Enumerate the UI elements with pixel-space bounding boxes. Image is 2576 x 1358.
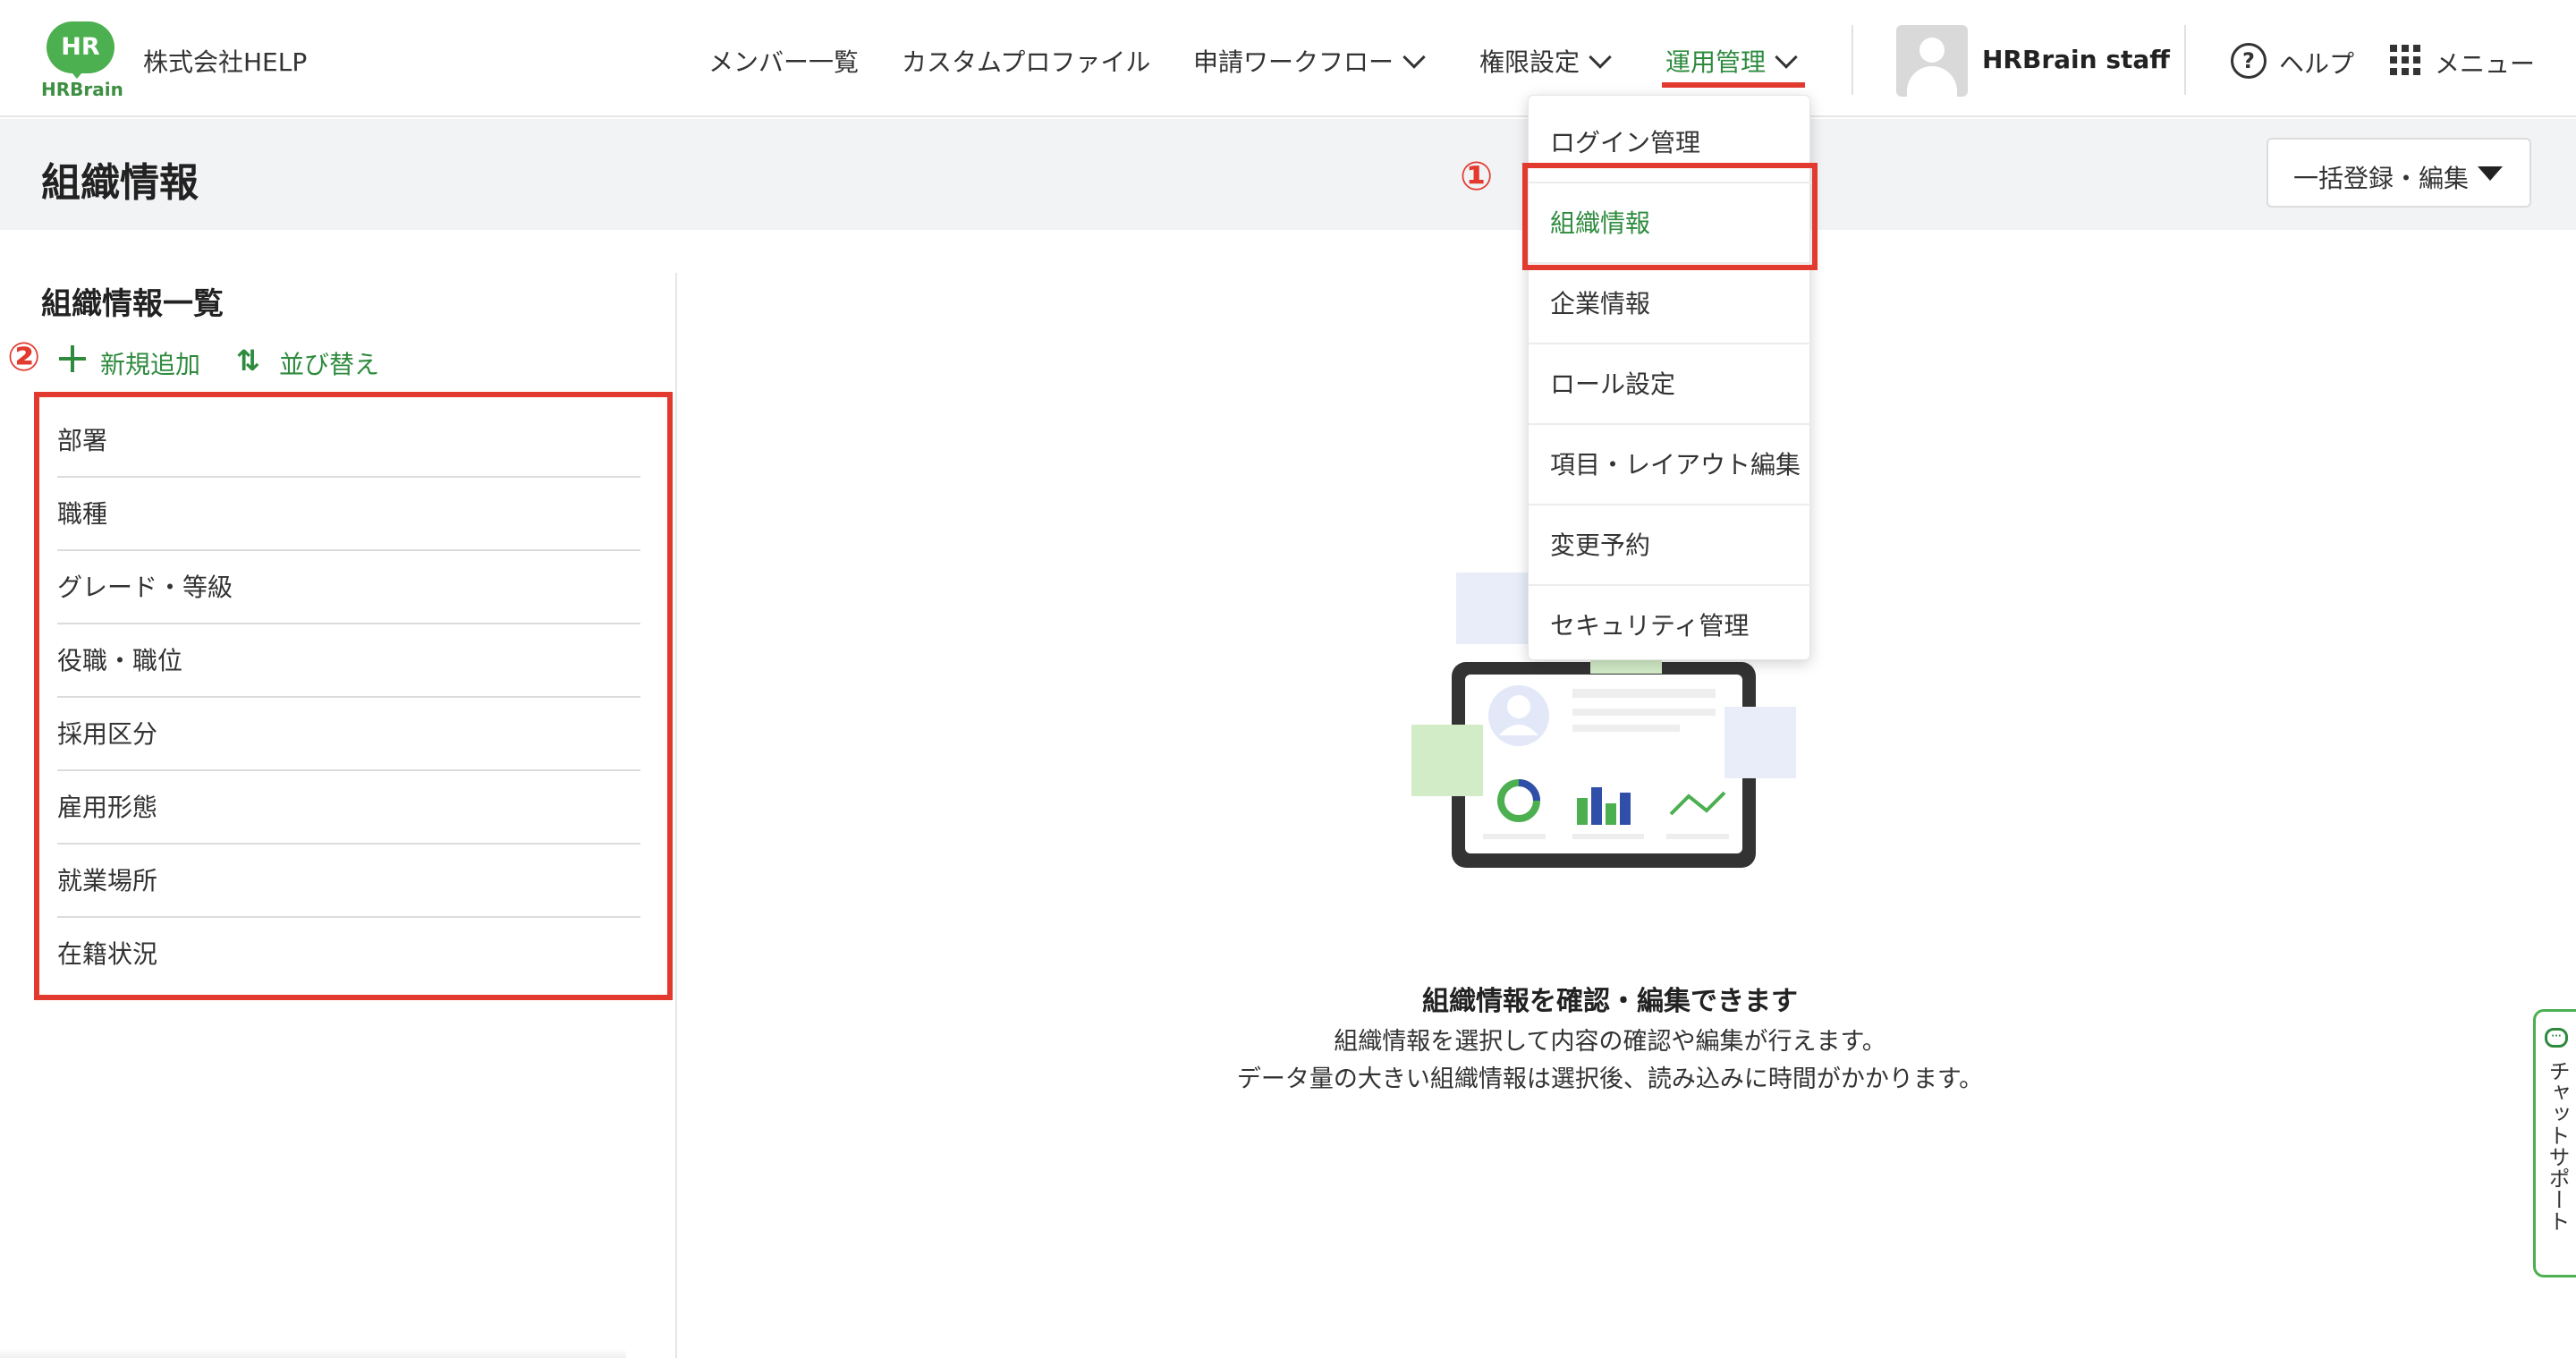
annotation-number-2: ② xyxy=(7,335,41,380)
hrbrain-logo[interactable]: HR HRBrain xyxy=(41,21,123,100)
illus-bar xyxy=(1606,803,1616,825)
annotation-box-org-list xyxy=(34,392,673,1000)
chat-bubble-icon: ··· xyxy=(2545,1028,2568,1048)
caret-down-icon xyxy=(2478,166,2503,181)
company-name: 株式会社HELP xyxy=(143,47,308,77)
illus-tile-green xyxy=(1411,725,1483,796)
avatar-body xyxy=(1907,66,1957,97)
nav-permissions[interactable]: 権限設定 xyxy=(1479,43,1612,79)
menu-item-company-info[interactable]: 企業情報 xyxy=(1529,264,1811,344)
nav-request-workflow-label: 申請ワークフロー xyxy=(1193,47,1394,77)
title-band xyxy=(0,119,2576,230)
illus-line xyxy=(1572,725,1680,732)
menu-item-role-settings[interactable]: ロール設定 xyxy=(1529,344,1811,425)
help-icon[interactable]: ? xyxy=(2231,43,2267,79)
annotation-number-1: ① xyxy=(1460,154,1494,199)
nav-custom-profile[interactable]: カスタムプロファイル xyxy=(902,43,1150,79)
illus-tile-blue xyxy=(1456,573,1528,644)
illus-bar xyxy=(1591,787,1602,825)
header-divider xyxy=(2184,25,2186,95)
illus-tile-blue xyxy=(1724,707,1796,778)
nav-permissions-label: 権限設定 xyxy=(1479,47,1580,77)
menu-item-layout-edit[interactable]: 項目・レイアウト編集 xyxy=(1529,425,1811,505)
menu-item-security[interactable]: セキュリティ管理 xyxy=(1529,586,1811,666)
annotation-box-org-info-menu xyxy=(1522,163,1818,270)
page-title: 組織情報 xyxy=(41,160,199,206)
header-divider xyxy=(1852,25,1853,95)
user-name[interactable]: HRBrain staff xyxy=(1982,45,2170,74)
menu-item-scheduled-changes[interactable]: 変更予約 xyxy=(1529,505,1811,586)
logo-wordmark: HRBrain xyxy=(41,79,123,100)
panel-divider xyxy=(675,273,677,1358)
menu-link[interactable]: メニュー xyxy=(2435,45,2535,81)
bulk-edit-button-label: 一括登録・編集 xyxy=(2293,164,2470,193)
sort-icon[interactable]: ⇅ xyxy=(236,344,260,378)
add-new-button[interactable]: 新規追加 xyxy=(100,345,200,381)
nav-request-workflow[interactable]: 申請ワークフロー xyxy=(1193,43,1426,79)
help-link[interactable]: ヘルプ xyxy=(2279,45,2354,81)
avatar-head xyxy=(1919,38,1945,63)
nav-operations-annotation-underline xyxy=(1662,82,1805,88)
chat-support-tab[interactable]: ··· チャットサポート xyxy=(2533,1009,2576,1277)
illus-bar xyxy=(1620,793,1631,825)
nav-operations-label: 運用管理 xyxy=(1665,47,1767,77)
bottom-shadow xyxy=(0,1349,626,1358)
chevron-down-icon xyxy=(1775,46,1798,69)
nav-members[interactable]: メンバー一覧 xyxy=(708,43,859,79)
chevron-down-icon xyxy=(1589,46,1612,69)
illus-line xyxy=(1483,834,1546,839)
org-list-heading: 組織情報一覧 xyxy=(41,286,224,322)
sort-button[interactable]: 並び替え xyxy=(279,345,379,381)
empty-state-description: 組織情報を選択して内容の確認や編集が行えます。 xyxy=(1334,1028,1886,1056)
illus-user-head xyxy=(1507,695,1530,718)
illus-bar xyxy=(1577,798,1588,825)
logo-bubble-tail xyxy=(68,68,86,79)
bulk-edit-button[interactable]: 一括登録・編集 xyxy=(2267,138,2531,208)
empty-state-title: 組織情報を確認・編集できます xyxy=(1422,986,1798,1017)
avatar[interactable] xyxy=(1896,25,1968,97)
illus-line xyxy=(1572,689,1716,698)
chevron-down-icon xyxy=(1402,46,1426,69)
illus-line xyxy=(1572,709,1716,716)
nav-custom-profile-label: カスタムプロファイル xyxy=(902,47,1151,77)
grid-menu-icon[interactable] xyxy=(2390,45,2420,75)
empty-state-note: データ量の大きい組織情報は選択後、読み込みに時間がかかります。 xyxy=(1236,1065,1984,1093)
logo-bubble: HR xyxy=(47,21,114,73)
illus-line xyxy=(1572,834,1644,839)
nav-operations[interactable]: 運用管理 xyxy=(1665,43,1798,79)
chat-support-label: チャットサポート xyxy=(2545,1060,2570,1232)
illus-line xyxy=(1666,834,1729,839)
nav-members-label: メンバー一覧 xyxy=(708,47,860,77)
top-header: HR HRBrain 株式会社HELP メンバー一覧 カスタムプロファイル 申請… xyxy=(0,0,2576,117)
plus-icon[interactable] xyxy=(59,345,86,372)
